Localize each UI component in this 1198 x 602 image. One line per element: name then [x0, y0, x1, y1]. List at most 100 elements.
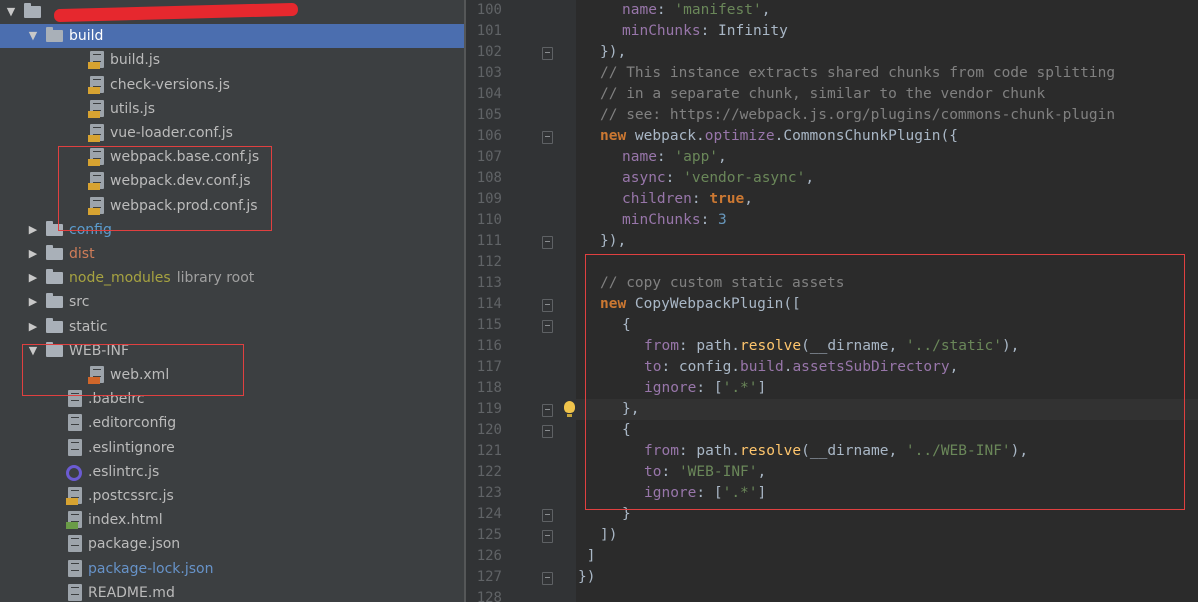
code-token: ),: [1001, 338, 1020, 354]
tree-row[interactable]: webpack.dev.conf.js: [0, 169, 464, 193]
code-token: }),: [600, 233, 627, 249]
code-token: {: [622, 422, 631, 438]
tree-row[interactable]: webpack.base.conf.js: [0, 145, 464, 169]
tree-row[interactable]: .eslintrc.js: [0, 460, 464, 484]
code-token: // see: https://webpack.js.org/plugins/c…: [600, 107, 1116, 123]
tree-row[interactable]: ▼: [0, 0, 464, 24]
code-token: resolve: [740, 443, 802, 459]
code-line: {: [622, 315, 631, 336]
file-icon: [68, 438, 82, 456]
tree-row[interactable]: ▼ WEB-INF: [0, 339, 464, 363]
fold-marker-icon[interactable]: [542, 131, 553, 144]
code-token: minChunks: [622, 23, 701, 39]
js-badge-icon: [88, 183, 100, 191]
tree-row[interactable]: webpack.prod.conf.js: [0, 194, 464, 218]
fold-marker-icon[interactable]: [542, 572, 553, 585]
tree-row[interactable]: ▶ dist: [0, 242, 464, 266]
code-token: ,: [761, 2, 771, 18]
tree-row[interactable]: ▶ src: [0, 290, 464, 314]
fold-marker-icon[interactable]: [542, 404, 553, 417]
code-token: '.*': [722, 485, 758, 501]
chevron-right-icon[interactable]: ▶: [26, 266, 40, 290]
file-icon: [68, 390, 82, 408]
tree-row[interactable]: package.json: [0, 532, 464, 556]
tree-item-label: .babelrc: [88, 391, 145, 408]
code-line: {: [622, 420, 631, 441]
chevron-down-icon[interactable]: ▼: [4, 0, 18, 24]
fold-marker-icon[interactable]: [542, 425, 553, 438]
chevron-right-icon[interactable]: ▶: [26, 290, 40, 314]
tree-row[interactable]: ▶ node_modules library root: [0, 266, 464, 290]
code-token: new: [600, 128, 635, 144]
line-number: 102: [476, 44, 502, 60]
lightbulb-icon[interactable]: [564, 401, 575, 417]
chevron-right-icon[interactable]: ▶: [26, 315, 40, 339]
line-number: 108: [476, 170, 502, 186]
tree-row[interactable]: package-lock.json: [0, 557, 464, 581]
code-token: ignore: [644, 380, 697, 396]
fold-marker-icon[interactable]: [542, 236, 553, 249]
code-token: resolve: [740, 338, 802, 354]
code-token: : path.: [678, 338, 741, 354]
chevron-down-icon[interactable]: ▼: [26, 339, 40, 363]
tree-row[interactable]: .babelrc: [0, 387, 464, 411]
line-number: 105: [476, 107, 502, 123]
code-token: ]): [600, 527, 618, 543]
js-badge-icon: [88, 159, 100, 167]
tree-row[interactable]: build.js: [0, 48, 464, 72]
file-icon: [66, 487, 82, 505]
chevron-right-icon[interactable]: ▶: [26, 218, 40, 242]
code-token: async: [622, 170, 666, 186]
chevron-right-icon[interactable]: ▶: [26, 242, 40, 266]
code-line: to: config.build.assetsSubDirectory,: [644, 357, 958, 378]
code-token: // in a separate chunk, similar to the v…: [600, 86, 1046, 102]
tree-row[interactable]: index.html: [0, 508, 464, 532]
chevron-down-icon[interactable]: ▼: [26, 24, 40, 48]
js-badge-icon: [66, 498, 78, 505]
file-icon: [88, 99, 104, 118]
code-line: name: 'manifest',: [622, 0, 770, 21]
line-number: 101: [476, 23, 502, 39]
tree-item-label: web.xml: [110, 367, 170, 383]
code-editor[interactable]: name: 'manifest', minChunks: Infinity}), /…: [576, 0, 1198, 602]
tree-row[interactable]: ▶ static: [0, 315, 464, 339]
tree-item-label: static: [69, 318, 108, 335]
line-number: 126: [476, 548, 502, 564]
code-token: ,: [949, 359, 959, 375]
tree-row[interactable]: vue-loader.conf.js: [0, 121, 464, 145]
file-icon: [68, 535, 82, 553]
tree-row[interactable]: ▶ config: [0, 218, 464, 242]
tree-item-label: node_modules library root: [69, 270, 255, 287]
tree-item-label: package.json: [88, 536, 181, 553]
folder-icon: [46, 27, 63, 43]
line-number: 110: [476, 212, 502, 228]
fold-marker-icon[interactable]: [542, 509, 553, 522]
tree-item-label: webpack.prod.conf.js: [110, 197, 258, 214]
tree-row[interactable]: web.xml: [0, 363, 464, 387]
code-line: }: [622, 504, 631, 525]
tree-item-label: webpack.dev.conf.js: [110, 173, 251, 190]
fold-marker-icon[interactable]: [542, 47, 553, 60]
tree-row[interactable]: .postcssrc.js: [0, 484, 464, 508]
file-icon: [68, 559, 82, 577]
fold-marker-icon[interactable]: [542, 299, 553, 312]
js-badge-icon: [88, 110, 100, 118]
code-token: true: [709, 191, 745, 207]
tree-row[interactable]: ▼ build: [0, 24, 464, 49]
tree-item-label: .postcssrc.js: [88, 488, 174, 504]
tree-item-label: .eslintignore: [88, 439, 175, 456]
tree-row[interactable]: README.md: [0, 581, 464, 602]
tree-row[interactable]: utils.js: [0, 97, 464, 121]
code-line: },: [622, 399, 639, 420]
file-icon: [88, 148, 104, 167]
tree-row[interactable]: check-versions.js: [0, 73, 464, 97]
tree-item-label: WEB-INF: [69, 342, 129, 359]
line-number: 124: [476, 506, 502, 522]
tree-item-label: build: [69, 28, 104, 45]
fold-marker-icon[interactable]: [542, 530, 553, 543]
code-token: '../static': [905, 338, 1002, 354]
tree-row[interactable]: .eslintignore: [0, 436, 464, 460]
fold-marker-icon[interactable]: [542, 320, 553, 333]
tree-row[interactable]: .editorconfig: [0, 411, 464, 435]
code-line: // see: https://webpack.js.org/plugins/c…: [600, 105, 1115, 126]
